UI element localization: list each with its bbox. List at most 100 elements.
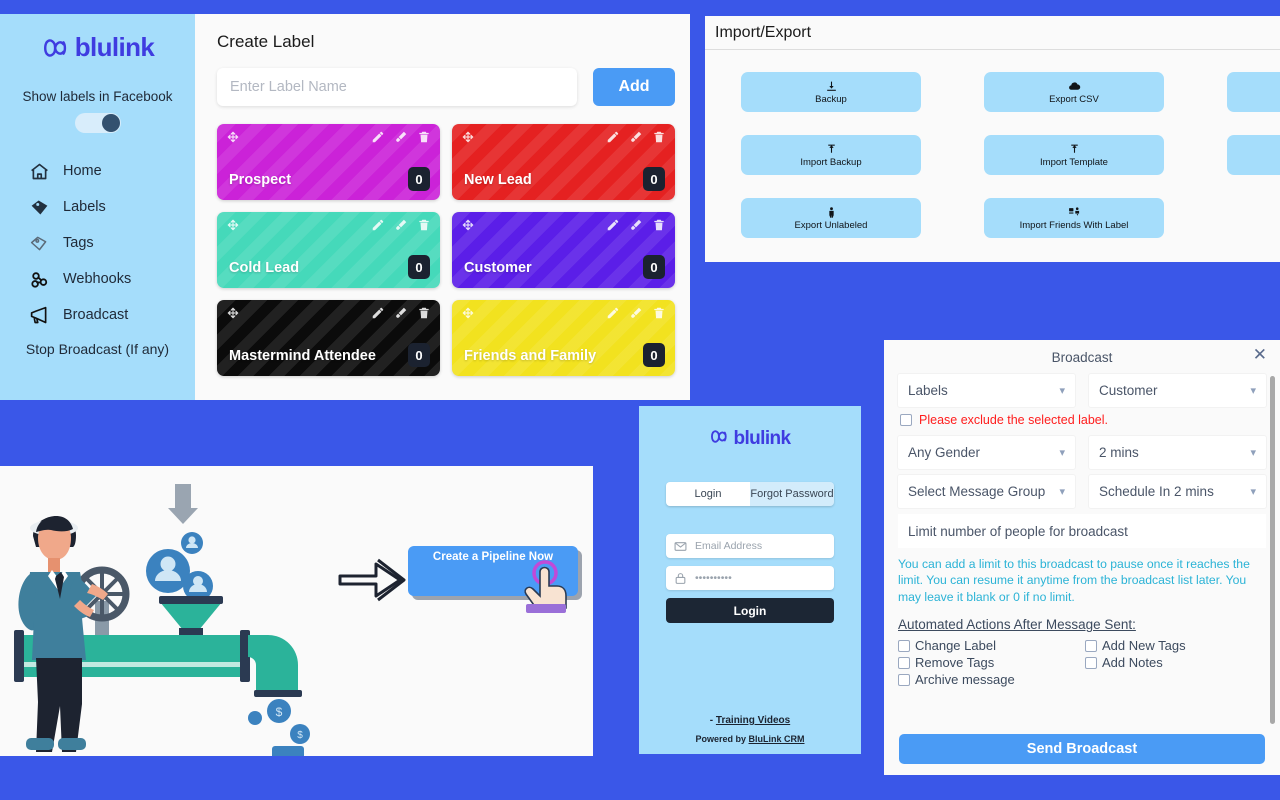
email-field[interactable]: Email Address — [666, 534, 834, 558]
label-value-select[interactable]: Customer ▾ — [1089, 374, 1266, 407]
download-icon — [825, 80, 838, 93]
login-submit-button[interactable]: Login — [666, 598, 834, 623]
create-pipeline-cta-label[interactable]: Create a Pipeline Now — [418, 551, 568, 563]
pencil-icon[interactable] — [371, 130, 385, 144]
broadcast-panel: Broadcast ✕ Labels ▾ Customer ▾ Please e… — [884, 340, 1280, 775]
sidebar-item-home-label: Home — [63, 163, 102, 179]
powered-prefix: Powered by — [695, 734, 749, 744]
automated-action-item[interactable]: Remove Tags — [898, 655, 1079, 670]
pencil-icon[interactable] — [606, 306, 620, 320]
pencil-icon[interactable] — [371, 306, 385, 320]
move-icon[interactable] — [226, 306, 240, 320]
exclude-label-checkbox[interactable] — [900, 414, 912, 426]
import-export-button[interactable]: Backup — [741, 72, 921, 112]
exclude-label-row[interactable]: Please exclude the selected label. — [900, 413, 1266, 427]
import-export-button[interactable]: Export Unlabeled — [741, 198, 921, 238]
blulink-crm-link[interactable]: BluLink CRM — [749, 734, 805, 744]
import-export-panel: Import/Export Backup Export CSV Import Bac… — [703, 14, 1280, 264]
move-icon[interactable] — [226, 218, 240, 232]
schedule-select[interactable]: Schedule In 2 mins ▾ — [1089, 475, 1266, 508]
label-card[interactable]: Friends and Family 0 — [452, 300, 675, 376]
automated-action-checkbox[interactable] — [1085, 656, 1097, 669]
label-card[interactable]: Prospect 0 — [217, 124, 440, 200]
trash-icon[interactable] — [417, 130, 431, 144]
trash-icon[interactable] — [652, 218, 666, 232]
training-videos-row: - Training Videos — [639, 715, 861, 726]
trash-icon[interactable] — [652, 306, 666, 320]
trash-icon[interactable] — [417, 218, 431, 232]
brush-icon[interactable] — [629, 130, 643, 144]
move-icon[interactable] — [461, 130, 475, 144]
automated-action-item[interactable]: Add New Tags — [1085, 638, 1266, 653]
password-field[interactable]: •••••••••• — [666, 566, 834, 590]
training-videos-link[interactable]: Training Videos — [716, 715, 790, 726]
import-export-button-cutoff[interactable] — [1227, 135, 1280, 175]
automated-action-checkbox[interactable] — [1085, 639, 1097, 652]
password-value: •••••••••• — [695, 572, 732, 584]
import-export-button[interactable]: Import Friends With Label — [984, 198, 1164, 238]
move-icon[interactable] — [461, 306, 475, 320]
brush-icon[interactable] — [394, 306, 408, 320]
trash-icon[interactable] — [417, 306, 431, 320]
automated-action-label: Remove Tags — [915, 655, 995, 671]
card-toolbar — [461, 130, 666, 144]
automated-action-item[interactable]: Change Label — [898, 638, 1079, 653]
tab-forgot-password[interactable]: Forgot Password — [750, 482, 834, 506]
sidebar-item-home[interactable]: Home — [0, 153, 195, 189]
label-card-name: New Lead — [464, 172, 532, 188]
show-labels-toggle[interactable] — [74, 113, 121, 133]
sidebar-logo: blulink — [0, 32, 195, 63]
label-name-input[interactable] — [217, 68, 577, 106]
gender-select[interactable]: Any Gender ▾ — [898, 436, 1075, 469]
move-icon[interactable] — [226, 130, 240, 144]
import-export-button[interactable]: Import Backup — [741, 135, 921, 175]
chevron-down-icon: ▾ — [1059, 385, 1065, 397]
automated-action-item[interactable]: Archive message — [898, 672, 1079, 687]
pencil-icon[interactable] — [606, 218, 620, 232]
import-export-button-grid: Backup Export CSV Import Backup Import Temp… — [705, 50, 1280, 238]
sidebar-item-broadcast[interactable]: Broadcast — [0, 297, 195, 333]
import-export-button[interactable]: Import Template — [984, 135, 1164, 175]
chevron-down-icon: ▾ — [1059, 486, 1065, 498]
automated-action-checkbox[interactable] — [898, 639, 910, 652]
brush-icon[interactable] — [629, 218, 643, 232]
label-card[interactable]: New Lead 0 — [452, 124, 675, 200]
import-export-button-label: Import Template — [1040, 156, 1108, 168]
label-card[interactable]: Customer 0 — [452, 212, 675, 288]
stop-broadcast-link[interactable]: Stop Broadcast (If any) — [0, 341, 195, 357]
automated-action-checkbox[interactable] — [898, 673, 910, 686]
automated-action-label: Archive message — [915, 672, 1015, 688]
limit-input[interactable]: Limit number of people for broadcast — [898, 514, 1266, 548]
label-card-count: 0 — [643, 167, 665, 191]
sidebar-item-tags[interactable]: Tags — [0, 225, 195, 261]
move-icon[interactable] — [461, 218, 475, 232]
interval-select-value: 2 mins — [1099, 445, 1139, 460]
brush-icon[interactable] — [394, 130, 408, 144]
label-card[interactable]: Mastermind Attendee 0 — [217, 300, 440, 376]
label-card-count: 0 — [643, 255, 665, 279]
schedule-select-value: Schedule In 2 mins — [1099, 484, 1214, 499]
sidebar-item-webhooks[interactable]: Webhooks — [0, 261, 195, 297]
svg-text:$: $ — [297, 730, 303, 741]
import-export-button[interactable]: Export CSV — [984, 72, 1164, 112]
pencil-icon[interactable] — [371, 218, 385, 232]
label-card[interactable]: Cold Lead 0 — [217, 212, 440, 288]
show-labels-toggle-wrap — [0, 113, 195, 133]
brush-icon[interactable] — [629, 306, 643, 320]
trash-icon[interactable] — [652, 130, 666, 144]
send-broadcast-button[interactable]: Send Broadcast — [899, 734, 1265, 764]
close-icon[interactable]: ✕ — [1253, 346, 1267, 363]
labels-select[interactable]: Labels ▾ — [898, 374, 1075, 407]
tab-login[interactable]: Login — [666, 482, 750, 506]
automated-action-checkbox[interactable] — [898, 656, 910, 669]
create-label-title: Create Label — [217, 32, 315, 51]
automated-action-item[interactable]: Add Notes — [1085, 655, 1266, 670]
add-label-button[interactable]: Add — [593, 68, 675, 106]
import-export-button-cutoff[interactable] — [1227, 72, 1280, 112]
login-logo: blulink — [639, 406, 861, 452]
pencil-icon[interactable] — [606, 130, 620, 144]
sidebar-item-labels[interactable]: Labels — [0, 189, 195, 225]
interval-select[interactable]: 2 mins ▾ — [1089, 436, 1266, 469]
message-group-select[interactable]: Select Message Group ▾ — [898, 475, 1075, 508]
brush-icon[interactable] — [394, 218, 408, 232]
